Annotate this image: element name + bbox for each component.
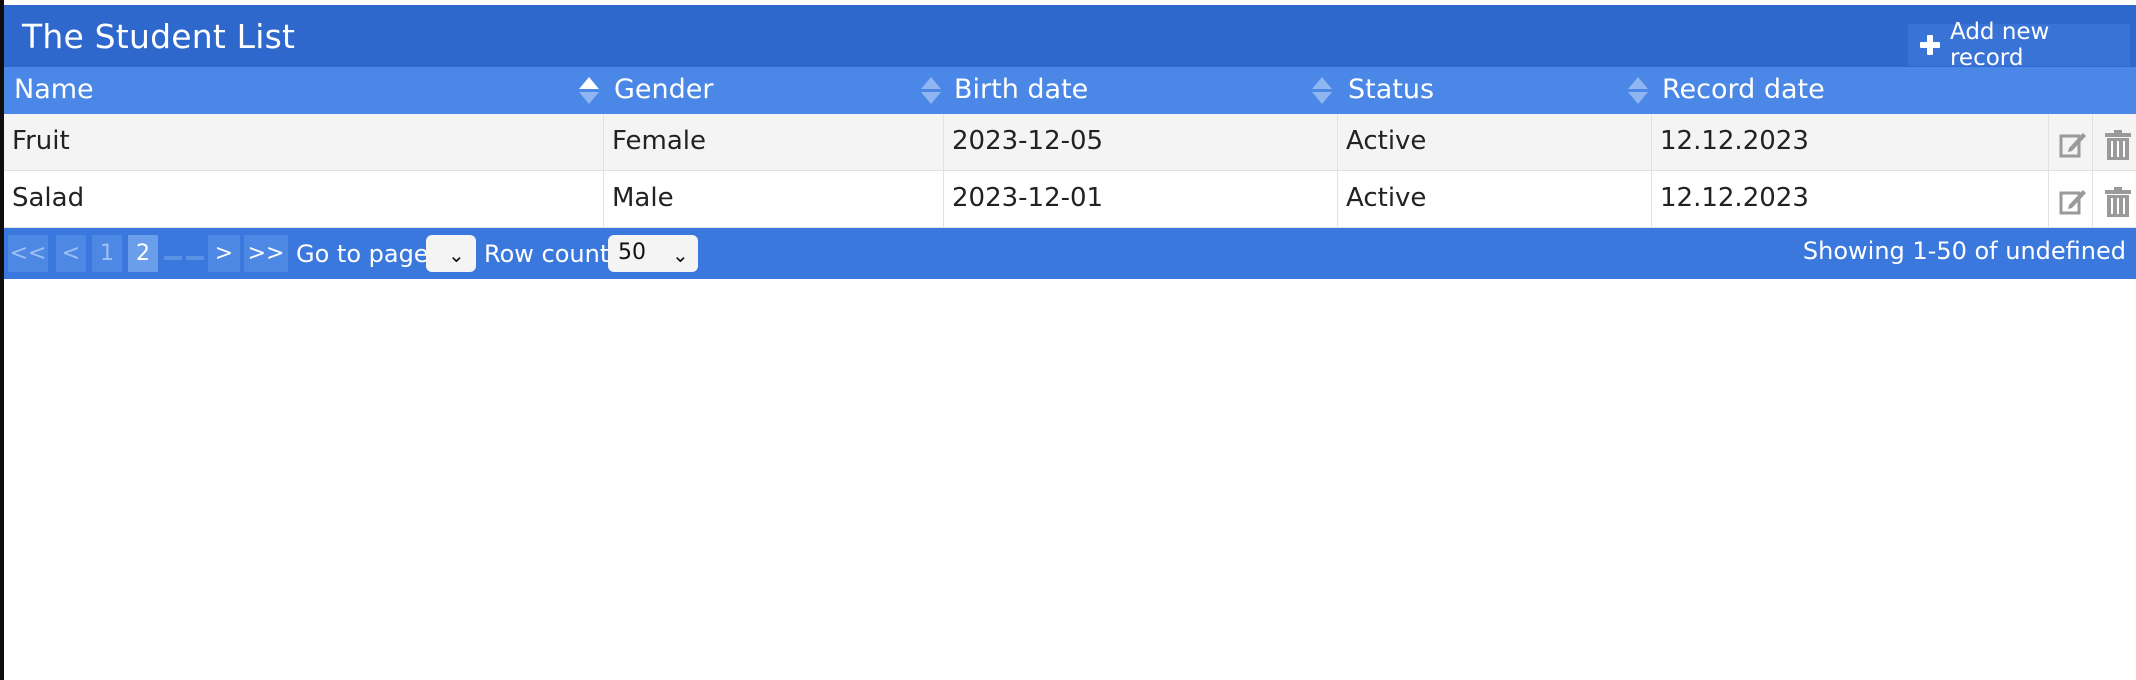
table-header: Name Gender Birth date Status Record dat… (4, 67, 2136, 114)
column-label: Birth date (954, 74, 1089, 105)
edit-button[interactable] (2048, 171, 2092, 227)
sort-icon[interactable] (1312, 77, 1332, 105)
pager-bar: << < 1 2 > >> Go to page: ⌄ Row count: 5… (4, 228, 2136, 279)
column-label: Status (1348, 74, 1435, 105)
cell-birth-date: 2023-12-05 (944, 114, 1338, 170)
title-bar: The Student List Add new record (4, 5, 2136, 71)
delete-button[interactable] (2092, 114, 2136, 170)
table-row: Salad Male 2023-12-01 Active 12.12.2023 (4, 171, 2136, 228)
row-count-select[interactable]: 50 ⌄ (608, 235, 698, 272)
sort-icon[interactable] (1628, 77, 1648, 105)
column-label: Name (14, 74, 94, 105)
column-header-name[interactable]: Name (4, 67, 604, 114)
next-page-button[interactable]: > (208, 235, 240, 272)
page-button-1[interactable]: 1 (92, 235, 122, 272)
row-count-label: Row count: (484, 240, 618, 268)
student-table: The Student List Add new record Name Gen… (4, 5, 2136, 279)
chevron-down-icon: ⌄ (672, 243, 689, 267)
cell-name: Fruit (4, 114, 604, 170)
column-header-birth-date[interactable]: Birth date (944, 67, 1338, 114)
table-row: Fruit Female 2023-12-05 Active 12.12.202… (4, 114, 2136, 171)
page-title: The Student List (22, 17, 296, 56)
goto-page-select[interactable]: ⌄ (426, 235, 476, 272)
column-label: Gender (614, 74, 714, 105)
page-button-2[interactable]: 2 (128, 235, 158, 272)
pager-spacer (186, 256, 204, 260)
row-count-value: 50 (618, 240, 646, 265)
trash-icon (2105, 130, 2131, 160)
column-header-gender[interactable]: Gender (604, 67, 944, 114)
edit-button[interactable] (2048, 114, 2092, 170)
showing-range-text: Showing 1-50 of undefined (1802, 237, 2126, 265)
plus-icon (1920, 35, 1940, 55)
column-header-record-date[interactable]: Record date (1652, 67, 2052, 114)
column-header-status[interactable]: Status (1338, 67, 1652, 114)
edit-icon (2059, 190, 2086, 215)
add-new-record-button[interactable]: Add new record (1908, 19, 2130, 71)
cell-gender: Male (604, 171, 944, 227)
trash-icon (2105, 187, 2131, 217)
cell-status: Active (1338, 114, 1652, 170)
delete-button[interactable] (2092, 171, 2136, 227)
last-page-button[interactable]: >> (244, 235, 288, 272)
prev-page-button[interactable]: < (56, 235, 86, 272)
cell-record-date: 12.12.2023 (1660, 183, 1809, 213)
goto-page-label: Go to page: (296, 240, 437, 268)
chevron-down-icon: ⌄ (448, 243, 465, 267)
sort-icon[interactable] (921, 77, 941, 105)
edit-icon (2059, 133, 2086, 158)
column-label: Record date (1662, 74, 1825, 105)
cell-birth-date: 2023-12-01 (944, 171, 1338, 227)
cell-status: Active (1338, 171, 1652, 227)
cell-record-date: 12.12.2023 (1660, 126, 1809, 156)
pager-spacer (164, 256, 182, 260)
add-new-record-label: Add new record (1949, 19, 2050, 71)
sort-icon[interactable] (579, 77, 599, 105)
first-page-button[interactable]: << (8, 235, 48, 272)
cell-name: Salad (4, 171, 604, 227)
cell-gender: Female (604, 114, 944, 170)
